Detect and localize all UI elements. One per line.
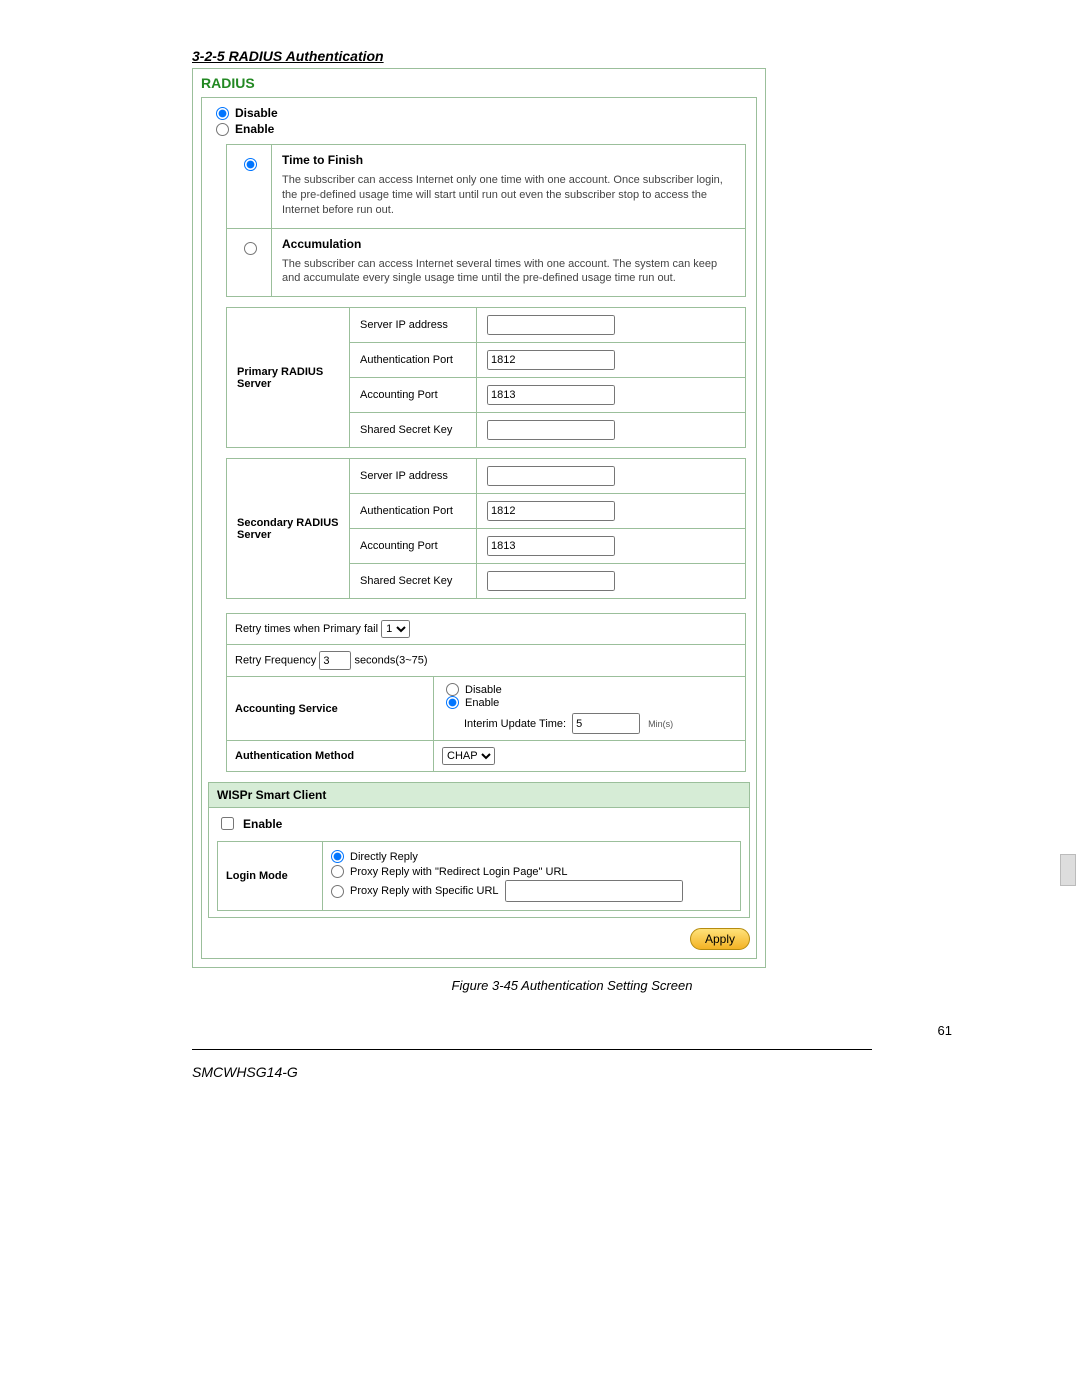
wispr-header: WISPr Smart Client (208, 782, 750, 807)
acct-disable-radio[interactable] (446, 683, 459, 696)
secondary-auth-port-input[interactable] (487, 501, 615, 521)
accumulation-radio[interactable] (244, 242, 257, 255)
primary-ip-label: Server IP address (350, 308, 477, 343)
primary-acct-port-label: Accounting Port (350, 378, 477, 413)
secondary-acct-port-label: Accounting Port (350, 529, 477, 564)
retry-freq-unit: seconds(3~75) (354, 655, 427, 667)
footer-model: SMCWHSG14-G (192, 1064, 1080, 1080)
interim-unit: Min(s) (648, 719, 673, 729)
wispr-enable-checkbox[interactable] (221, 817, 234, 830)
acct-enable-label: Enable (465, 697, 499, 709)
secondary-shared-key-input[interactable] (487, 571, 615, 591)
usage-mode-table: Time to Finish The subscriber can access… (226, 144, 746, 297)
secondary-shared-key-label: Shared Secret Key (350, 564, 477, 599)
acct-disable-label: Disable (465, 684, 502, 696)
panel-title: RADIUS (193, 69, 765, 97)
radius-enable-radio[interactable] (216, 123, 229, 136)
options-table: Retry times when Primary fail 1 Retry Fr… (226, 613, 746, 772)
divider (192, 1049, 872, 1050)
primary-auth-port-label: Authentication Port (350, 343, 477, 378)
login-proxy-specific-label: Proxy Reply with Specific URL (350, 885, 499, 897)
radius-disable-label: Disable (235, 106, 278, 120)
panel-body: Disable Enable Time to Finish The subscr… (201, 97, 757, 959)
time-to-finish-title: Time to Finish (282, 153, 735, 167)
login-specific-url-input[interactable] (505, 880, 683, 902)
acct-enable-radio[interactable] (446, 696, 459, 709)
time-to-finish-radio[interactable] (244, 158, 257, 171)
figure-caption: Figure 3-45 Authentication Setting Scree… (192, 978, 952, 993)
retry-times-label: Retry times when Primary fail (235, 623, 378, 635)
primary-shared-key-label: Shared Secret Key (350, 413, 477, 448)
secondary-ip-label: Server IP address (350, 459, 477, 494)
primary-ip-input[interactable] (487, 315, 615, 335)
auth-method-label: Authentication Method (227, 741, 434, 772)
wispr-enable-label: Enable (243, 817, 282, 831)
secondary-server-table: Secondary RADIUS Server Server IP addres… (226, 458, 746, 599)
login-mode-table: Login Mode Directly Reply Proxy Reply wi… (217, 841, 741, 911)
secondary-auth-port-label: Authentication Port (350, 494, 477, 529)
login-directly-label: Directly Reply (350, 851, 418, 863)
auth-method-select[interactable]: CHAP (442, 747, 495, 765)
login-proxy-redirect-radio[interactable] (331, 865, 344, 878)
primary-server-table: Primary RADIUS Server Server IP address … (226, 307, 746, 448)
wispr-body: Enable Login Mode Directly Reply Pr (208, 807, 750, 918)
login-directly-radio[interactable] (331, 850, 344, 863)
accumulation-title: Accumulation (282, 237, 735, 251)
accounting-service-label: Accounting Service (227, 677, 434, 741)
retry-freq-input[interactable] (319, 651, 351, 670)
primary-title: Primary RADIUS Server (227, 308, 350, 448)
primary-acct-port-input[interactable] (487, 385, 615, 405)
login-proxy-redirect-label: Proxy Reply with "Redirect Login Page" U… (350, 866, 568, 878)
time-to-finish-desc: The subscriber can access Internet only … (282, 173, 735, 218)
login-proxy-specific-radio[interactable] (331, 885, 344, 898)
apply-button[interactable]: Apply (690, 928, 750, 950)
retry-times-select[interactable]: 1 (381, 620, 410, 638)
accumulation-desc: The subscriber can access Internet sever… (282, 257, 735, 287)
login-mode-label: Login Mode (218, 842, 323, 911)
interim-label: Interim Update Time: (464, 718, 566, 730)
retry-freq-label: Retry Frequency (235, 655, 316, 667)
primary-auth-port-input[interactable] (487, 350, 615, 370)
radius-enable-label: Enable (235, 122, 274, 136)
page-number: 61 (938, 1023, 952, 1038)
interim-input[interactable] (572, 713, 640, 734)
radius-disable-radio[interactable] (216, 107, 229, 120)
secondary-acct-port-input[interactable] (487, 536, 615, 556)
scrollbar-thumb[interactable] (1060, 854, 1076, 886)
section-heading: 3-2-5 RADIUS Authentication (192, 48, 1080, 64)
primary-shared-key-input[interactable] (487, 420, 615, 440)
secondary-ip-input[interactable] (487, 466, 615, 486)
radius-panel: RADIUS Disable Enable Time to Finish The… (192, 68, 766, 968)
secondary-title: Secondary RADIUS Server (227, 459, 350, 599)
